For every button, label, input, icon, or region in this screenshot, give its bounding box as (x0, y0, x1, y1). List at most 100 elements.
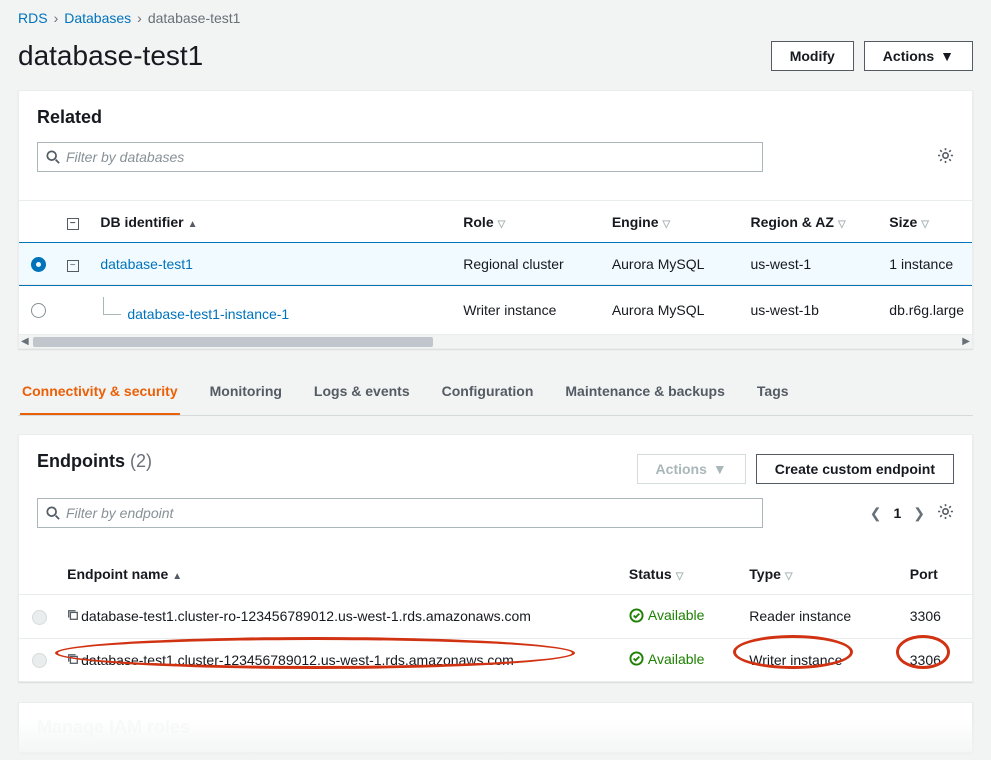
radio-select[interactable] (32, 610, 47, 625)
minus-square-icon: − (67, 218, 79, 230)
tab-logs-events[interactable]: Logs & events (312, 369, 412, 415)
breadcrumb: RDS › Databases › database-test1 (0, 0, 991, 34)
tab-connectivity-security[interactable]: Connectivity & security (20, 369, 180, 415)
col-endpoint-name[interactable]: Endpoint name▲ (59, 554, 621, 595)
header-actions: Modify Actions ▼ (771, 41, 973, 71)
caret-down-icon: ▼ (713, 461, 727, 477)
related-table-wrap: − DB identifier▲ Role▽ Engine▽ Region & … (19, 200, 972, 348)
cell-port: 3306 (902, 595, 972, 639)
copy-icon[interactable] (67, 608, 79, 624)
sort-icon: ▽ (662, 219, 670, 230)
search-icon (46, 150, 60, 164)
sort-icon: ▽ (785, 571, 793, 582)
tab-monitoring[interactable]: Monitoring (208, 369, 284, 415)
sort-icon: ▽ (921, 219, 929, 230)
page-title: database-test1 (18, 40, 203, 72)
caret-down-icon: ▼ (940, 48, 954, 64)
cell-region: us-west-1b (742, 285, 881, 335)
copy-icon[interactable] (67, 652, 79, 668)
sort-asc-icon: ▲ (188, 219, 198, 230)
chevron-right-icon: › (137, 10, 142, 26)
endpoint-actions-button[interactable]: Actions ▼ (637, 454, 746, 484)
cell-endpoint-name: database-test1.cluster-ro-123456789012.u… (59, 595, 621, 639)
endpoints-count: (2) (130, 451, 152, 471)
breadcrumb-parent[interactable]: Databases (64, 10, 131, 26)
cell-size: db.r6g.large (881, 285, 972, 335)
col-expand-all[interactable]: − (59, 201, 93, 243)
endpoint-search[interactable] (37, 498, 763, 528)
breadcrumb-current: database-test1 (148, 10, 241, 26)
radio-select[interactable] (32, 653, 47, 668)
tab-tags[interactable]: Tags (755, 369, 791, 415)
endpoint-search-input[interactable] (66, 505, 754, 521)
table-row[interactable]: database-test1.cluster-ro-123456789012.u… (19, 595, 972, 639)
cell-engine: Aurora MySQL (604, 243, 743, 285)
iam-roles-title: Manage IAM roles (37, 717, 190, 737)
actions-button[interactable]: Actions ▼ (864, 41, 973, 71)
endpoints-panel: Endpoints (2) Actions ▼ Create custom en… (18, 434, 973, 682)
sort-asc-icon: ▲ (172, 571, 182, 582)
check-circle-icon (629, 608, 644, 623)
col-role[interactable]: Role▽ (455, 201, 604, 243)
horizontal-scrollbar[interactable]: ◀ ▶ (19, 334, 972, 348)
related-search-input[interactable] (66, 149, 754, 165)
cell-endpoint-name: database-test1.cluster-123456789012.us-w… (59, 638, 621, 681)
cell-size: 1 instance (881, 243, 972, 285)
tab-maintenance-backups[interactable]: Maintenance & backups (563, 369, 727, 415)
related-panel: Related − DB identifier▲ Role▽ Engine▽ R… (18, 90, 973, 349)
page-prev-button[interactable]: ❮ (870, 505, 882, 522)
settings-button[interactable] (937, 503, 954, 523)
breadcrumb-root[interactable]: RDS (18, 10, 48, 26)
tree-connector-icon (103, 297, 121, 315)
page-header: database-test1 Modify Actions ▼ (0, 34, 991, 90)
related-title: Related (37, 107, 954, 128)
table-row[interactable]: database-test1-instance-1 Writer instanc… (19, 285, 972, 335)
tab-configuration[interactable]: Configuration (440, 369, 536, 415)
table-row[interactable]: database-test1.cluster-123456789012.us-w… (19, 638, 972, 681)
col-port[interactable]: Port (902, 554, 972, 595)
endpoints-table: Endpoint name▲ Status▽ Type▽ Port databa… (19, 554, 972, 681)
cell-region: us-west-1 (742, 243, 881, 285)
actions-button-label: Actions (883, 48, 934, 64)
create-custom-endpoint-button[interactable]: Create custom endpoint (756, 454, 954, 484)
radio-select[interactable] (31, 303, 46, 318)
db-link[interactable]: database-test1-instance-1 (127, 306, 289, 322)
table-row[interactable]: − database-test1 Regional cluster Aurora… (19, 243, 972, 285)
scroll-left-icon[interactable]: ◀ (21, 336, 29, 347)
related-search[interactable] (37, 142, 763, 172)
cell-port: 3306 (902, 638, 972, 681)
col-engine[interactable]: Engine▽ (604, 201, 743, 243)
col-region-az[interactable]: Region & AZ▽ (742, 201, 881, 243)
gear-icon (937, 503, 954, 520)
check-circle-icon (629, 651, 644, 666)
endpoint-actions-label: Actions (656, 461, 707, 477)
cell-type: Reader instance (741, 595, 902, 639)
cell-engine: Aurora MySQL (604, 285, 743, 335)
col-type[interactable]: Type▽ (741, 554, 902, 595)
cell-role: Regional cluster (455, 243, 604, 285)
sort-icon: ▽ (498, 219, 506, 230)
page-number: 1 (893, 505, 901, 521)
tab-bar: Connectivity & security Monitoring Logs … (18, 369, 973, 416)
search-icon (46, 506, 60, 520)
settings-button[interactable] (937, 147, 954, 167)
col-select (19, 554, 59, 595)
cell-status: Available (621, 638, 741, 681)
endpoint-pager: ❮ 1 ❯ (870, 503, 954, 523)
cell-status: Available (621, 595, 741, 639)
sort-icon: ▽ (676, 571, 684, 582)
col-size[interactable]: Size▽ (881, 201, 972, 243)
iam-roles-panel: Manage IAM roles (18, 702, 973, 753)
radio-select[interactable] (31, 257, 46, 272)
scroll-right-icon[interactable]: ▶ (962, 336, 970, 347)
modify-button[interactable]: Modify (771, 41, 854, 71)
db-link[interactable]: database-test1 (100, 256, 193, 272)
related-table: − DB identifier▲ Role▽ Engine▽ Region & … (19, 201, 972, 334)
endpoints-title: Endpoints (2) (37, 451, 152, 472)
chevron-right-icon: › (54, 10, 59, 26)
page-next-button[interactable]: ❯ (913, 505, 925, 522)
col-db-identifier[interactable]: DB identifier▲ (92, 201, 455, 243)
col-select (19, 201, 59, 243)
collapse-button[interactable]: − (67, 260, 79, 272)
col-status[interactable]: Status▽ (621, 554, 741, 595)
